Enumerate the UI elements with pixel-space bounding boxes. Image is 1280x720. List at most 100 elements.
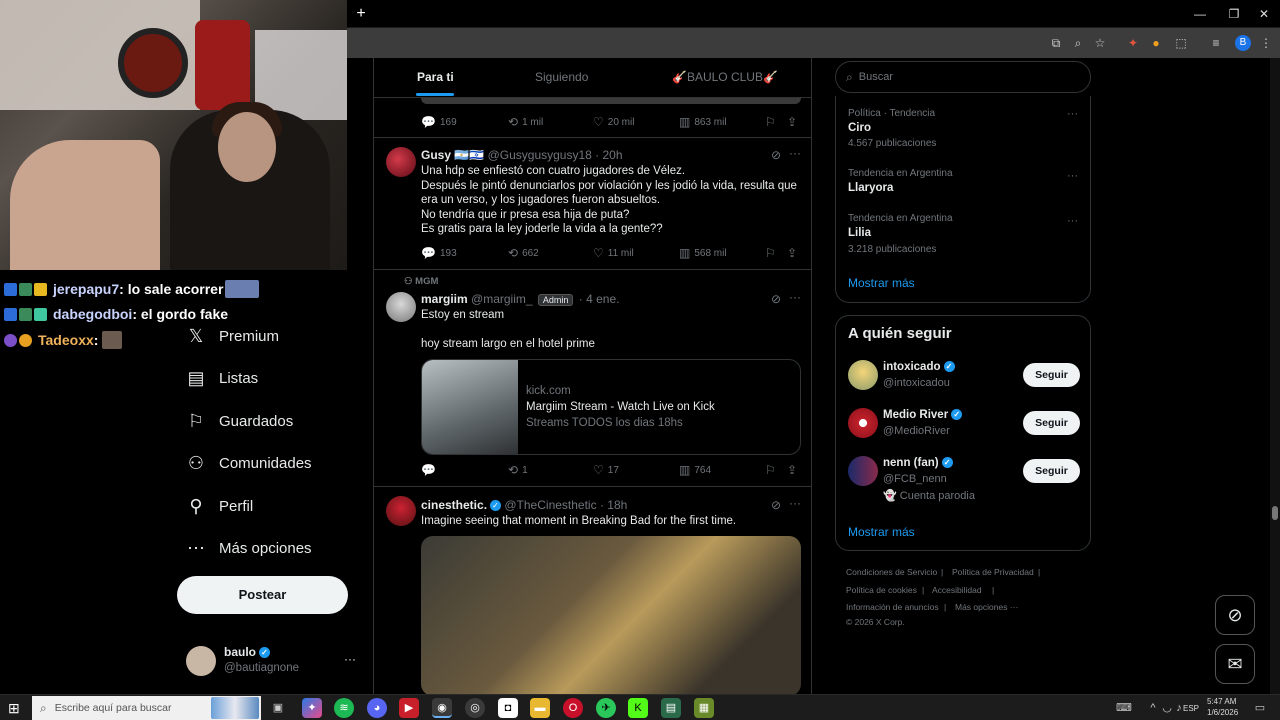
task-view-icon[interactable]: ▣ bbox=[268, 698, 288, 718]
avatar[interactable] bbox=[848, 408, 878, 438]
share-button[interactable]: ⇪ bbox=[787, 246, 801, 260]
search-input[interactable]: ⌕ Buscar bbox=[835, 61, 1091, 93]
language-indicator[interactable]: ESP bbox=[1183, 704, 1199, 713]
tab-for-you[interactable]: Para ti bbox=[417, 70, 454, 84]
opera-icon[interactable]: O bbox=[563, 698, 583, 718]
like-button[interactable]: ♡ 20 mil bbox=[593, 115, 634, 129]
minimize-button[interactable]: — bbox=[1185, 4, 1215, 24]
grok-fab-button[interactable]: ⊘ bbox=[1215, 595, 1255, 635]
copilot-icon[interactable]: ✦ bbox=[302, 698, 322, 718]
reply-button[interactable]: 💬 bbox=[421, 463, 440, 477]
views-button[interactable]: ▥ 764 bbox=[679, 463, 711, 477]
bookmark-button[interactable]: ⚐ bbox=[765, 246, 780, 260]
trend-name[interactable]: Llaryora bbox=[848, 182, 893, 194]
windows-start-icon[interactable]: ⊞ bbox=[8, 700, 24, 716]
trend-name[interactable]: Lilia bbox=[848, 227, 871, 239]
install-app-icon[interactable]: ⧉ bbox=[1047, 34, 1065, 52]
tweet[interactable]: Gusy 🇦🇷🇮🇱 @Gusygusygusy18 · 20h ⊘ ··· Un… bbox=[374, 138, 811, 270]
community-context[interactable]: ⚇ MGM bbox=[404, 276, 438, 287]
follow-name[interactable]: Medio River ✓ bbox=[883, 409, 963, 421]
reply-button[interactable]: 💬 193 bbox=[421, 246, 457, 260]
nav-bookmarks[interactable]: ⚐ Guardados bbox=[186, 406, 293, 436]
extensions-puzzle-icon[interactable]: ⬚ bbox=[1172, 34, 1190, 52]
star-bookmark-icon[interactable]: ☆ bbox=[1091, 34, 1109, 52]
follow-handle[interactable]: @MedioRiver bbox=[883, 425, 950, 437]
share-button[interactable]: ⇪ bbox=[787, 115, 801, 129]
post-button[interactable]: Postear bbox=[177, 576, 348, 614]
retweet-button[interactable]: ⟲ 1 bbox=[508, 463, 528, 477]
nav-more-options[interactable]: ⋯ Más opciones bbox=[186, 533, 312, 563]
new-tab-button[interactable]: + bbox=[351, 4, 371, 24]
link-card[interactable]: kick.com Margiim Stream - Watch Live on … bbox=[421, 359, 801, 455]
grok-icon[interactable]: ⊘ bbox=[771, 292, 781, 306]
like-button[interactable]: ♡ 11 mil bbox=[593, 246, 634, 260]
views-button[interactable]: ▥ 568 mil bbox=[679, 246, 727, 260]
profile-avatar-button[interactable]: B bbox=[1235, 35, 1251, 51]
app-icon[interactable]: ▶ bbox=[399, 698, 419, 718]
app-icon[interactable]: ▤ bbox=[661, 698, 681, 718]
chrome-icon[interactable]: ◉ bbox=[432, 698, 452, 718]
discord-icon[interactable]: ◕ bbox=[367, 698, 387, 718]
footer-more-link[interactable]: Más opciones ··· bbox=[955, 602, 1018, 612]
tweet-video[interactable] bbox=[421, 536, 801, 694]
tweet-more-icon[interactable]: ··· bbox=[789, 146, 801, 160]
tweet-time[interactable]: · 4 ene. bbox=[579, 292, 620, 306]
avatar[interactable] bbox=[386, 292, 416, 322]
media-control-icon[interactable]: ≡ bbox=[1207, 34, 1225, 52]
spotify-icon[interactable]: ≋ bbox=[334, 698, 354, 718]
trend-more-icon[interactable]: ··· bbox=[1067, 170, 1078, 182]
avatar[interactable] bbox=[386, 496, 416, 526]
author-name[interactable]: Gusy 🇦🇷🇮🇱 bbox=[421, 148, 484, 162]
nav-lists[interactable]: ▤ Listas bbox=[186, 363, 258, 393]
notifications-icon[interactable]: ▭ bbox=[1250, 698, 1270, 718]
tweet-more-icon[interactable]: ··· bbox=[789, 290, 801, 304]
follow-button[interactable]: Seguir bbox=[1023, 459, 1080, 483]
follow-handle[interactable]: @FCB_nenn bbox=[883, 473, 947, 485]
reply-button[interactable]: 💬 169 bbox=[421, 115, 457, 129]
tweet-media[interactable] bbox=[421, 98, 801, 104]
scrollbar[interactable] bbox=[1270, 58, 1280, 694]
author-handle[interactable]: @TheCinesthetic bbox=[504, 498, 596, 512]
app-icon[interactable]: ✈ bbox=[596, 698, 616, 718]
avatar[interactable] bbox=[386, 147, 416, 177]
tweet[interactable]: 💬 169 ⟲ 1 mil ♡ 20 mil ▥ 863 mil ⚐ ⇪ bbox=[374, 98, 811, 138]
tray-chevron-icon[interactable]: ^ bbox=[1146, 698, 1160, 718]
nav-premium[interactable]: 𝕏 Premium bbox=[186, 321, 279, 351]
zoom-icon[interactable]: ⌕ bbox=[1069, 34, 1087, 52]
close-window-button[interactable]: ✕ bbox=[1249, 4, 1279, 24]
trend-name[interactable]: Ciro bbox=[848, 122, 871, 134]
footer-privacy-link[interactable]: Política de Privacidad bbox=[952, 567, 1034, 577]
share-button[interactable]: ⇪ bbox=[787, 463, 801, 477]
author-handle[interactable]: @Gusygusygusy18 bbox=[488, 148, 592, 162]
tab-following[interactable]: Siguiendo bbox=[535, 70, 588, 84]
retweet-button[interactable]: ⟲ 1 mil bbox=[508, 115, 543, 129]
clock-time[interactable]: 5:47 AM bbox=[1207, 697, 1236, 706]
tweet-time[interactable]: · 18h bbox=[600, 498, 627, 512]
app-icon[interactable]: ▦ bbox=[694, 698, 714, 718]
views-button[interactable]: ▥ 863 mil bbox=[679, 115, 727, 129]
author-handle[interactable]: @margiim_ bbox=[471, 292, 533, 306]
keyboard-icon[interactable]: ⌨ bbox=[1114, 698, 1134, 718]
nav-communities[interactable]: ⚇ Comunidades bbox=[186, 448, 312, 478]
grok-icon[interactable]: ⊘ bbox=[771, 148, 781, 162]
browser-menu-icon[interactable]: ⋮ bbox=[1257, 34, 1275, 52]
footer-accessibility-link[interactable]: Accesibilidad bbox=[932, 585, 982, 595]
bookmark-button[interactable]: ⚐ bbox=[765, 463, 780, 477]
nav-profile[interactable]: ⚲ Perfil bbox=[186, 491, 253, 521]
follow-button[interactable]: Seguir bbox=[1023, 363, 1080, 387]
trends-show-more-link[interactable]: Mostrar más bbox=[848, 276, 915, 290]
timeline[interactable]: Para ti Siguiendo 🎸BAULO CLUB🎸 💬 169 ⟲ 1 m… bbox=[373, 58, 812, 694]
trend-more-icon[interactable]: ··· bbox=[1067, 215, 1078, 227]
follow-show-more-link[interactable]: Mostrar más bbox=[848, 525, 915, 539]
tab-baulo-club[interactable]: 🎸BAULO CLUB🎸 bbox=[672, 70, 778, 84]
follow-name[interactable]: nenn (fan) ✓ bbox=[883, 457, 953, 469]
account-more-icon[interactable]: ··· bbox=[344, 652, 356, 666]
retweet-button[interactable]: ⟲ 662 bbox=[508, 246, 539, 260]
like-button[interactable]: ♡ 17 bbox=[593, 463, 619, 477]
follow-button[interactable]: Seguir bbox=[1023, 411, 1080, 435]
author-name[interactable]: margiim bbox=[421, 292, 468, 306]
extension-icon[interactable]: ● bbox=[1147, 34, 1165, 52]
avatar[interactable] bbox=[186, 646, 216, 676]
follow-handle[interactable]: @intoxicadou bbox=[883, 377, 950, 389]
file-explorer-icon[interactable]: ▬ bbox=[530, 698, 550, 718]
